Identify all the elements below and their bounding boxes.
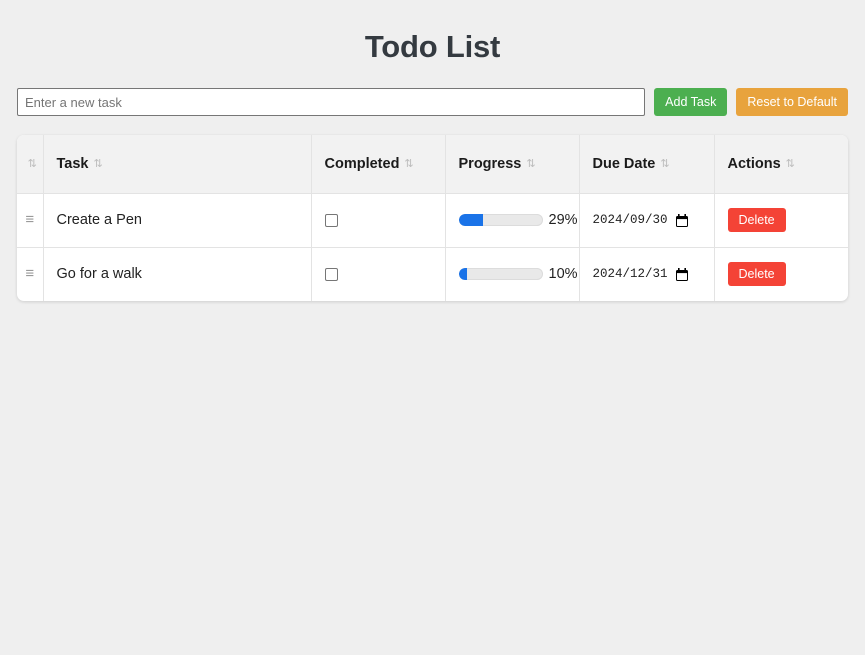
due-date-input[interactable]: 2024/12/31 — [593, 267, 701, 281]
column-label-progress: Progress — [458, 155, 522, 172]
sort-icon[interactable]: ⇅ — [28, 158, 37, 170]
column-label-actions: Actions — [727, 155, 781, 172]
table-body: ≡ Create a Pen 29% 2024/09/30 Delete ≡ G… — [17, 193, 848, 301]
drag-handle-icon[interactable]: ≡ — [25, 212, 34, 227]
column-header-handle[interactable]: ⇅ — [17, 135, 44, 194]
due-date-value: 2024/09/30 — [592, 213, 668, 227]
sort-icon[interactable]: ⇅ — [404, 158, 413, 170]
drag-handle-icon[interactable]: ≡ — [25, 266, 34, 281]
sort-icon[interactable]: ⇅ — [660, 158, 669, 170]
new-task-input[interactable] — [17, 88, 646, 116]
due-date-cell: 2024/12/31 — [579, 247, 715, 301]
due-date-input[interactable]: 2024/09/30 — [593, 213, 701, 227]
progress-value: 10% — [548, 266, 578, 283]
sort-icon[interactable]: ⇅ — [786, 158, 795, 170]
column-label-completed: Completed — [324, 155, 400, 172]
todo-app-page: Todo List Add Task Reset to Default ⇅ Ta… — [0, 0, 865, 655]
page-title: Todo List — [364, 29, 501, 64]
task-name-cell: Go for a walk — [43, 247, 312, 301]
column-header-task[interactable]: Task ⇅ — [43, 135, 312, 194]
column-header-due-date[interactable]: Due Date ⇅ — [579, 135, 715, 194]
todo-table: ⇅ Task ⇅ Completed ⇅ Progress ⇅ Due Date ⇅ — [17, 135, 848, 301]
due-date-value: 2024/12/31 — [592, 267, 668, 282]
column-header-progress[interactable]: Progress ⇅ — [445, 135, 580, 194]
drag-handle-cell[interactable]: ≡ — [17, 193, 44, 248]
add-task-button[interactable]: Add Task — [654, 88, 728, 116]
task-name-cell: Create a Pen — [43, 193, 312, 248]
table-header: ⇅ Task ⇅ Completed ⇅ Progress ⇅ Due Date ⇅ — [17, 135, 848, 194]
sort-icon[interactable]: ⇅ — [93, 158, 102, 170]
delete-button[interactable]: Delete — [727, 208, 786, 232]
completed-checkbox[interactable] — [324, 267, 338, 281]
column-label-due-date: Due Date — [592, 155, 656, 172]
reset-to-default-button[interactable]: Reset to Default — [736, 88, 848, 116]
completed-cell — [311, 247, 446, 301]
drag-handle-cell[interactable]: ≡ — [17, 247, 44, 301]
column-header-actions[interactable]: Actions ⇅ — [714, 135, 848, 194]
completed-cell — [311, 193, 446, 248]
todo-table-container: ⇅ Task ⇅ Completed ⇅ Progress ⇅ Due Date ⇅ — [17, 135, 848, 301]
progress-cell: 29% — [445, 193, 580, 248]
column-header-completed[interactable]: Completed ⇅ — [311, 135, 446, 194]
calendar-icon[interactable] — [675, 267, 688, 281]
actions-cell: Delete — [714, 193, 848, 248]
progress-cell: 10% — [445, 247, 580, 301]
delete-button[interactable]: Delete — [727, 262, 786, 287]
completed-checkbox[interactable] — [324, 213, 338, 227]
progress-slider[interactable] — [458, 214, 543, 226]
progress-value: 29% — [548, 212, 578, 228]
table-row: ≡ Go for a walk 10% 2024/12/31 Delete — [17, 247, 848, 301]
header-row: ⇅ Task ⇅ Completed ⇅ Progress ⇅ Due Date ⇅ — [17, 135, 848, 194]
toolbar: Add Task Reset to Default — [17, 88, 848, 116]
table-row: ≡ Create a Pen 29% 2024/09/30 Delete — [17, 193, 848, 248]
progress-slider[interactable] — [458, 268, 543, 281]
column-label-task: Task — [56, 155, 89, 172]
calendar-icon[interactable] — [675, 213, 688, 227]
due-date-cell: 2024/09/30 — [579, 193, 715, 248]
actions-cell: Delete — [714, 247, 848, 301]
sort-icon[interactable]: ⇅ — [526, 158, 535, 170]
